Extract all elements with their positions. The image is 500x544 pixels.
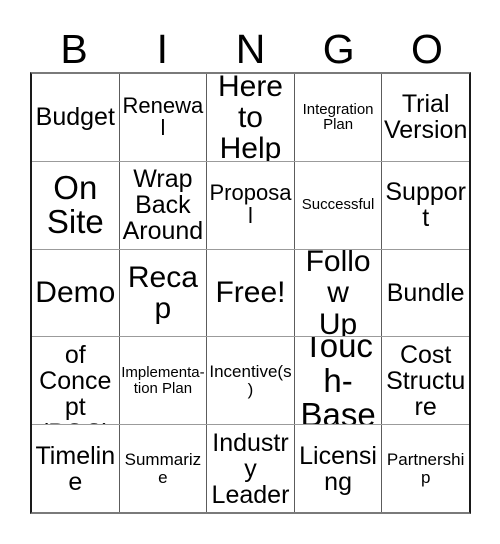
bingo-row: On Site Wrap Back Around Proposal Succes… <box>32 160 469 249</box>
bingo-cell-label: Support <box>385 178 466 233</box>
bingo-cell[interactable]: Touch- Base <box>293 337 382 425</box>
bingo-cell[interactable]: Wrap Back Around <box>118 161 207 249</box>
bingo-cell-label: Proof of Concept (POC) <box>39 337 112 424</box>
bingo-cell-label: Partnership <box>386 449 465 487</box>
bingo-cell-label: Wrap Back Around <box>122 165 204 246</box>
bingo-header-cell-i: I <box>118 18 206 70</box>
bingo-cell[interactable]: Partnership <box>381 425 469 512</box>
bingo-header-letter: I <box>156 26 168 72</box>
bingo-cell-label: Industry Leader <box>211 428 290 509</box>
bingo-row: Demo Recap Free! Follow Up Bundle <box>32 248 469 337</box>
bingo-cell-label: Budget <box>35 103 115 132</box>
bingo-cell-label: Recap <box>127 260 198 325</box>
bingo-cell-label: Proposal <box>209 180 292 229</box>
bingo-cell-label: Bundle <box>386 278 465 307</box>
bingo-header-letter: N <box>235 26 266 72</box>
bingo-cell[interactable]: Support <box>381 161 469 249</box>
bingo-header-letter: B <box>60 26 88 72</box>
bingo-cell[interactable]: Summarize <box>118 425 207 512</box>
bingo-cell[interactable]: Bundle <box>381 249 469 337</box>
bingo-cell[interactable]: Trial Version <box>381 74 469 161</box>
bingo-cell-label: Incentive(s) <box>209 362 292 399</box>
bingo-cell[interactable]: Proposal <box>206 161 294 249</box>
bingo-header-cell-n: N <box>206 18 294 70</box>
bingo-cell-label: Summarize <box>124 449 202 487</box>
bingo-cell[interactable]: Integration Plan <box>293 74 382 161</box>
bingo-row: Proof of Concept (POC) Implementa- tion … <box>32 336 469 425</box>
bingo-cell-label: Touch- Base <box>300 337 376 425</box>
bingo-cell-label: Licensing <box>299 441 377 496</box>
bingo-cell[interactable]: Follow Up <box>293 249 382 337</box>
bingo-cell[interactable]: Recap <box>118 249 207 337</box>
bingo-cell-label: Free! <box>215 276 286 310</box>
bingo-header-cell-o: O <box>383 18 471 70</box>
bingo-grid: Budget Renewal Here to Help Integration … <box>30 72 471 514</box>
bingo-cell[interactable]: Here to Help <box>206 74 294 161</box>
bingo-cell-label: Trial Version <box>383 90 468 145</box>
bingo-cell[interactable]: Cost Structure <box>381 337 469 425</box>
bingo-cell[interactable]: Demo <box>32 250 119 337</box>
bingo-cell-label: Successful <box>301 196 375 214</box>
bingo-cell[interactable]: Budget <box>32 74 119 161</box>
bingo-row: Timeline Summarize Industry Leader Licen… <box>32 424 469 512</box>
bingo-cell[interactable]: Industry Leader <box>206 425 294 512</box>
bingo-cell[interactable]: On Site <box>32 162 119 249</box>
bingo-cell-label: Follow Up <box>305 249 371 337</box>
bingo-header-cell-b: B <box>30 18 118 70</box>
bingo-cell[interactable]: Licensing <box>293 425 382 512</box>
bingo-cell[interactable]: Renewal <box>118 74 207 161</box>
bingo-cell-free-space[interactable]: Free! <box>206 249 294 337</box>
bingo-cell[interactable]: Successful <box>293 161 382 249</box>
bingo-cell[interactable]: Timeline <box>32 425 119 512</box>
bingo-cell-label: Demo <box>35 276 116 310</box>
bingo-cell-label: Integration Plan <box>302 100 374 134</box>
bingo-cell[interactable]: Incentive(s) <box>206 337 294 425</box>
bingo-header-letter: O <box>410 26 443 72</box>
bingo-cell-label: Timeline <box>35 441 116 496</box>
bingo-cell-label: Cost Structure <box>386 340 466 421</box>
bingo-card: B I N G O Budget Renewal Here to Help In… <box>0 0 500 544</box>
bingo-cell-label: On Site <box>46 168 104 241</box>
bingo-header-letter: G <box>322 26 355 72</box>
bingo-cell-label: Implementa- tion Plan <box>121 364 205 397</box>
bingo-cell-label: Here to Help <box>217 74 283 161</box>
bingo-cell[interactable]: Proof of Concept (POC) <box>32 337 119 424</box>
bingo-cell-label: Renewal <box>122 92 204 141</box>
bingo-header-cell-g: G <box>295 18 383 70</box>
bingo-cell[interactable]: Implementa- tion Plan <box>118 337 207 425</box>
bingo-row: Budget Renewal Here to Help Integration … <box>32 74 469 161</box>
bingo-header-row: B I N G O <box>30 18 471 70</box>
